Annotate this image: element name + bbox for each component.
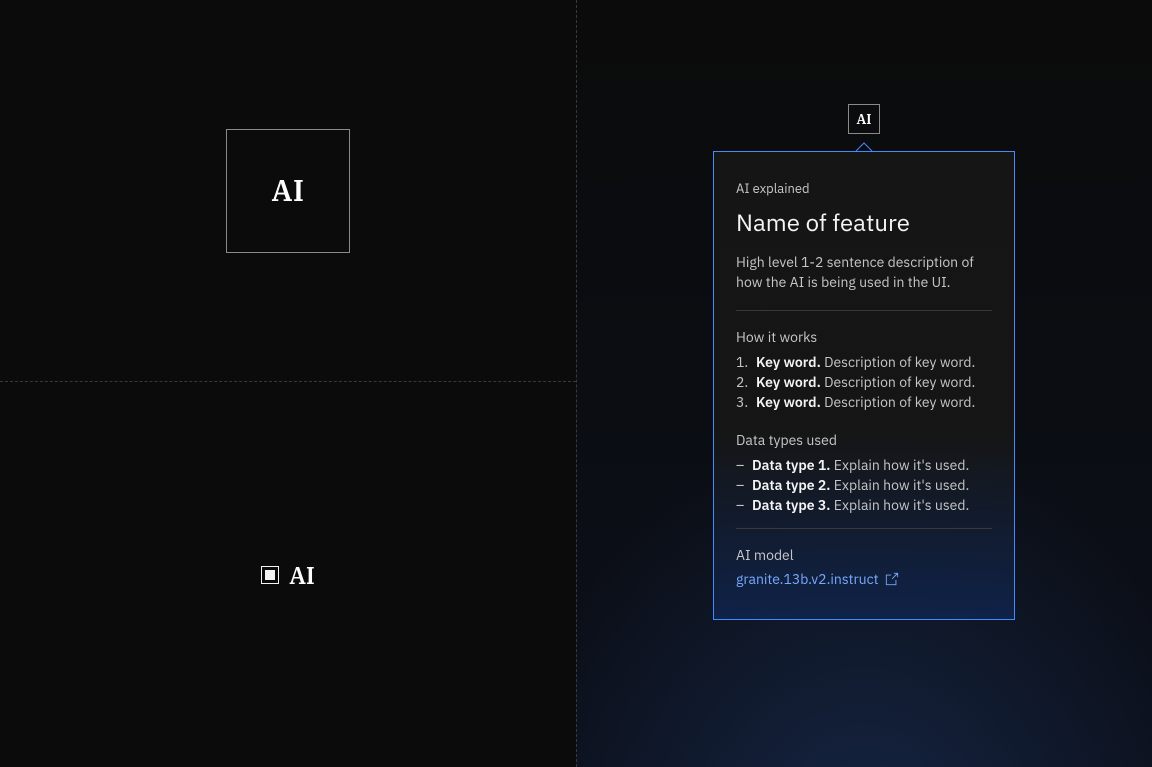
divider <box>736 310 992 311</box>
ai-model-link-text: granite.13b.v2.instruct <box>736 569 879 589</box>
ai-inline-cell: AI <box>0 382 576 767</box>
stop-icon[interactable] <box>261 566 279 584</box>
popover-caret-icon <box>855 142 873 152</box>
ai-model-label: AI model <box>736 545 992 565</box>
left-column: AI AI <box>0 0 576 767</box>
list-item: Key word. Description of key word. <box>736 392 992 412</box>
data-types-label: Data types used <box>736 430 992 450</box>
right-column: AI AI explained Name of feature High lev… <box>576 0 1152 767</box>
how-it-works-label: How it works <box>736 327 992 347</box>
ai-large-label: AI <box>271 171 304 210</box>
popover-eyebrow: AI explained <box>736 180 992 199</box>
popover-description: High level 1-2 sentence description of h… <box>736 252 992 293</box>
list-item: Key word. Description of key word. <box>736 372 992 392</box>
data-types-list: Data type 1. Explain how it's used. Data… <box>736 455 992 516</box>
ai-inline-label: AI <box>289 559 315 591</box>
divider <box>736 528 992 529</box>
list-item: Data type 2. Explain how it's used. <box>736 475 992 495</box>
ai-inline-group: AI <box>261 559 315 591</box>
list-item: Data type 3. Explain how it's used. <box>736 495 992 515</box>
ai-large-cell: AI <box>0 0 576 382</box>
launch-icon <box>885 572 899 586</box>
ai-explain-popover: AI explained Name of feature High level … <box>713 151 1015 620</box>
ai-badge-label: AI <box>857 110 872 128</box>
popover-title: Name of feature <box>736 205 992 240</box>
ai-badge[interactable]: AI <box>848 104 880 134</box>
list-item: Key word. Description of key word. <box>736 352 992 372</box>
how-it-works-list: Key word. Description of key word. Key w… <box>736 352 992 413</box>
list-item: Data type 1. Explain how it's used. <box>736 455 992 475</box>
ai-model-link[interactable]: granite.13b.v2.instruct <box>736 569 899 589</box>
ai-large-tile: AI <box>226 129 350 253</box>
